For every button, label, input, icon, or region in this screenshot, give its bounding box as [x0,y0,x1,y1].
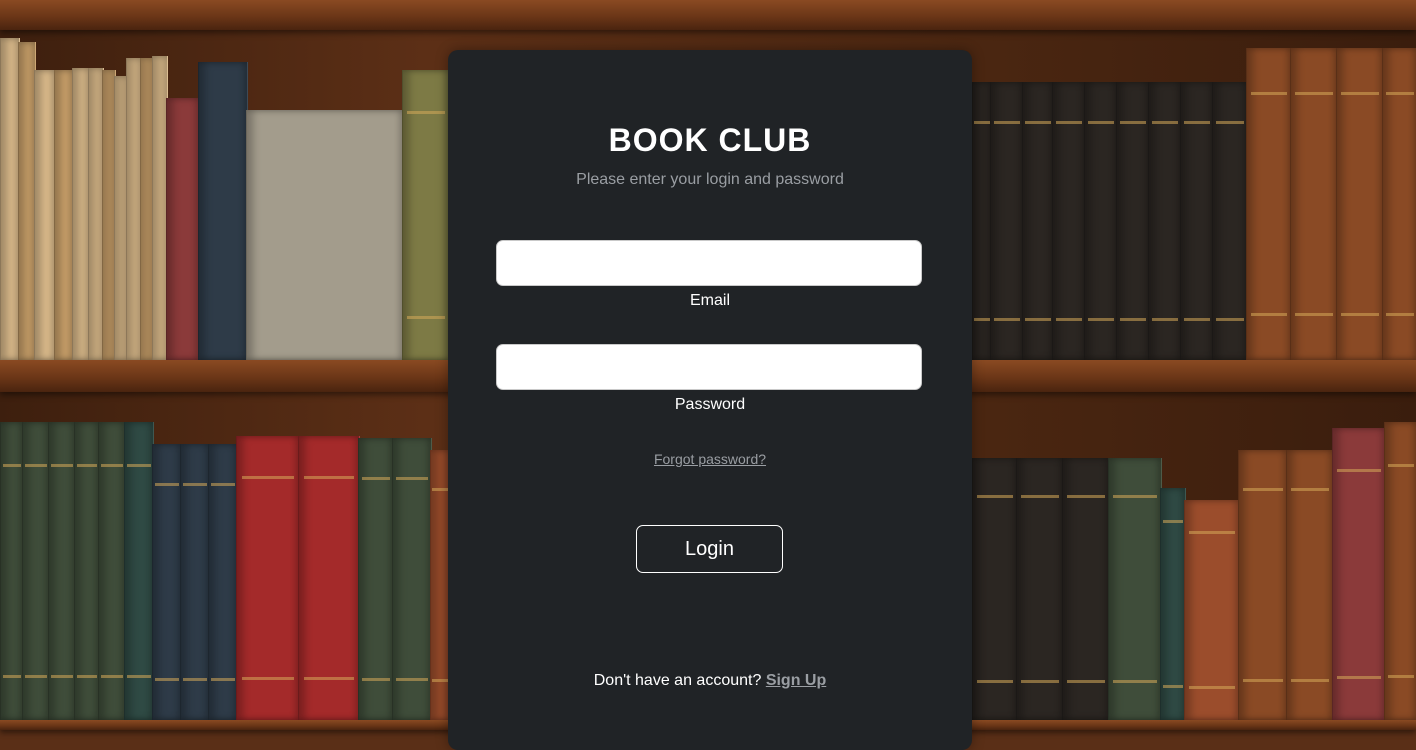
book-spine [972,458,1018,720]
book-spine [298,436,360,720]
shelf-plank-top [0,0,1416,30]
book-spine [1084,82,1118,360]
book-spine [152,444,182,720]
book-spine [972,82,992,360]
login-panel: BOOK CLUB Please enter your login and pa… [448,50,972,750]
book-spine [1180,82,1214,360]
book-spine [54,70,74,360]
book-spine [124,422,154,720]
book-spine [1016,458,1064,720]
book-spine [402,70,450,360]
book-spine [1212,82,1248,360]
book-spine [48,422,76,720]
book-spine [34,70,56,360]
book-spine [1246,48,1292,360]
login-subtitle: Please enter your login and password [576,171,844,188]
book-spine [1332,428,1386,720]
book-spine [0,422,24,720]
book-spine [1052,82,1086,360]
book-spine [74,422,100,720]
book-spine [246,110,404,360]
email-label: Email [689,292,730,309]
book-spine [0,38,20,360]
signup-link[interactable]: Sign Up [766,672,826,689]
book-spine [1336,48,1384,360]
book-spine [392,438,432,720]
book-spine [236,436,300,720]
book-spine [1290,48,1338,360]
book-spine [1148,82,1182,360]
book-spine [198,62,248,360]
book-spine [98,422,126,720]
password-field[interactable] [496,344,922,390]
login-button[interactable]: Login [636,525,783,573]
book-spine [22,422,50,720]
book-spine [1238,450,1288,720]
book-spine [1108,458,1162,720]
signup-prompt-text: Don't have an account? [593,672,762,689]
book-spine [1116,82,1150,360]
book-spine [1286,450,1334,720]
book-spine [166,98,200,360]
app-title: BOOK CLUB [608,122,812,158]
book-spine [1382,48,1416,360]
book-spine [208,444,238,720]
book-spine [990,82,1024,360]
book-spine [1062,458,1110,720]
email-field[interactable] [496,240,922,286]
signup-prompt: Don't have an account? Sign Up [448,672,972,690]
book-spine [180,444,210,720]
book-spine [430,450,450,720]
book-spine [1022,82,1054,360]
password-label: Password [674,396,746,413]
book-spine [358,438,394,720]
book-spine [1384,422,1416,720]
book-spine [1184,500,1240,720]
forgot-password-link[interactable]: Forgot password? [448,451,972,467]
book-spine [1160,488,1186,720]
